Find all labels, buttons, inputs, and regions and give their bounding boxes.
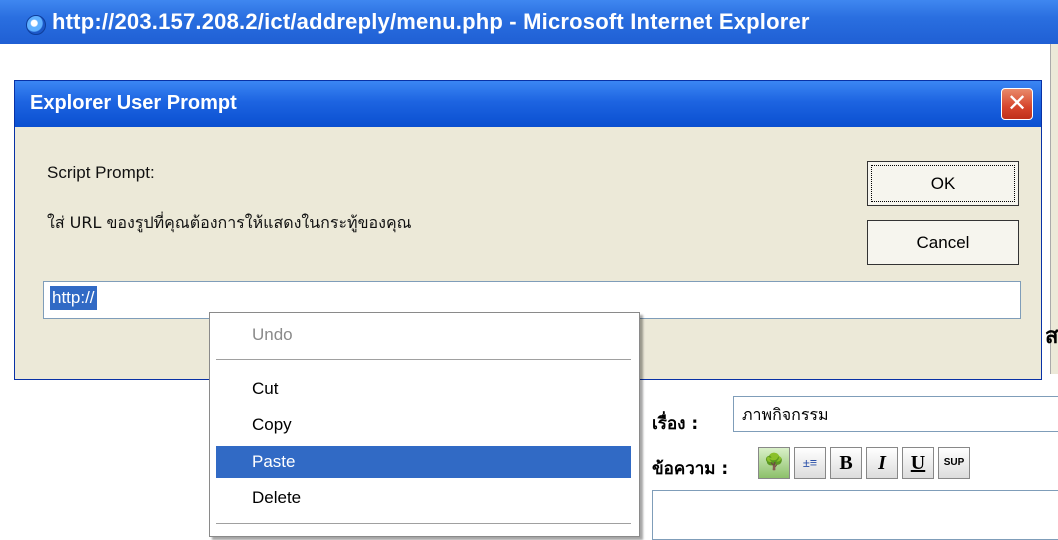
browser-titlebar[interactable]: http://203.157.208.2/ict/addreply/menu.p… [0, 0, 1058, 44]
italic-icon[interactable]: I [866, 447, 898, 479]
menu-item-copy[interactable]: Copy [210, 409, 639, 441]
close-button[interactable]: ✕ [1001, 88, 1033, 120]
close-icon: ✕ [1006, 89, 1028, 117]
dialog-titlebar[interactable]: Explorer User Prompt ✕ [15, 81, 1041, 127]
underline-icon[interactable]: U [902, 447, 934, 479]
menu-separator [216, 523, 631, 524]
cancel-button[interactable]: Cancel [867, 220, 1019, 265]
bold-icon[interactable]: B [830, 447, 862, 479]
prompt-message: ใส่ URL ของรูปที่คุณต้องการให้แสดงในกระท… [47, 213, 412, 232]
context-menu: Undo Cut Copy Paste Delete [209, 312, 640, 537]
subject-label: เรื่อง : [652, 414, 699, 434]
ok-button[interactable]: OK [867, 161, 1019, 206]
menu-item-undo[interactable]: Undo [210, 319, 639, 351]
menu-item-delete[interactable]: Delete [210, 482, 639, 514]
url-input-selected-text: http:// [50, 286, 97, 310]
browser-window-title: http://203.157.208.2/ict/addreply/menu.p… [52, 9, 810, 34]
page-side-text: ส [1045, 324, 1058, 349]
superscript-icon[interactable]: SUP [938, 447, 970, 479]
subject-input[interactable]: ภาพกิจกรรม [733, 396, 1058, 432]
insert-image-icon[interactable]: 🌳 [758, 447, 790, 479]
menu-item-paste[interactable]: Paste [216, 446, 631, 478]
menu-item-cut[interactable]: Cut [210, 373, 639, 405]
menu-separator [216, 359, 631, 360]
dialog-title: Explorer User Prompt [30, 92, 237, 114]
message-label: ข้อความ : [652, 459, 729, 479]
indent-icon[interactable]: ±≡ [794, 447, 826, 479]
ie-logo-icon [26, 15, 46, 35]
script-prompt-label: Script Prompt: [47, 163, 155, 182]
